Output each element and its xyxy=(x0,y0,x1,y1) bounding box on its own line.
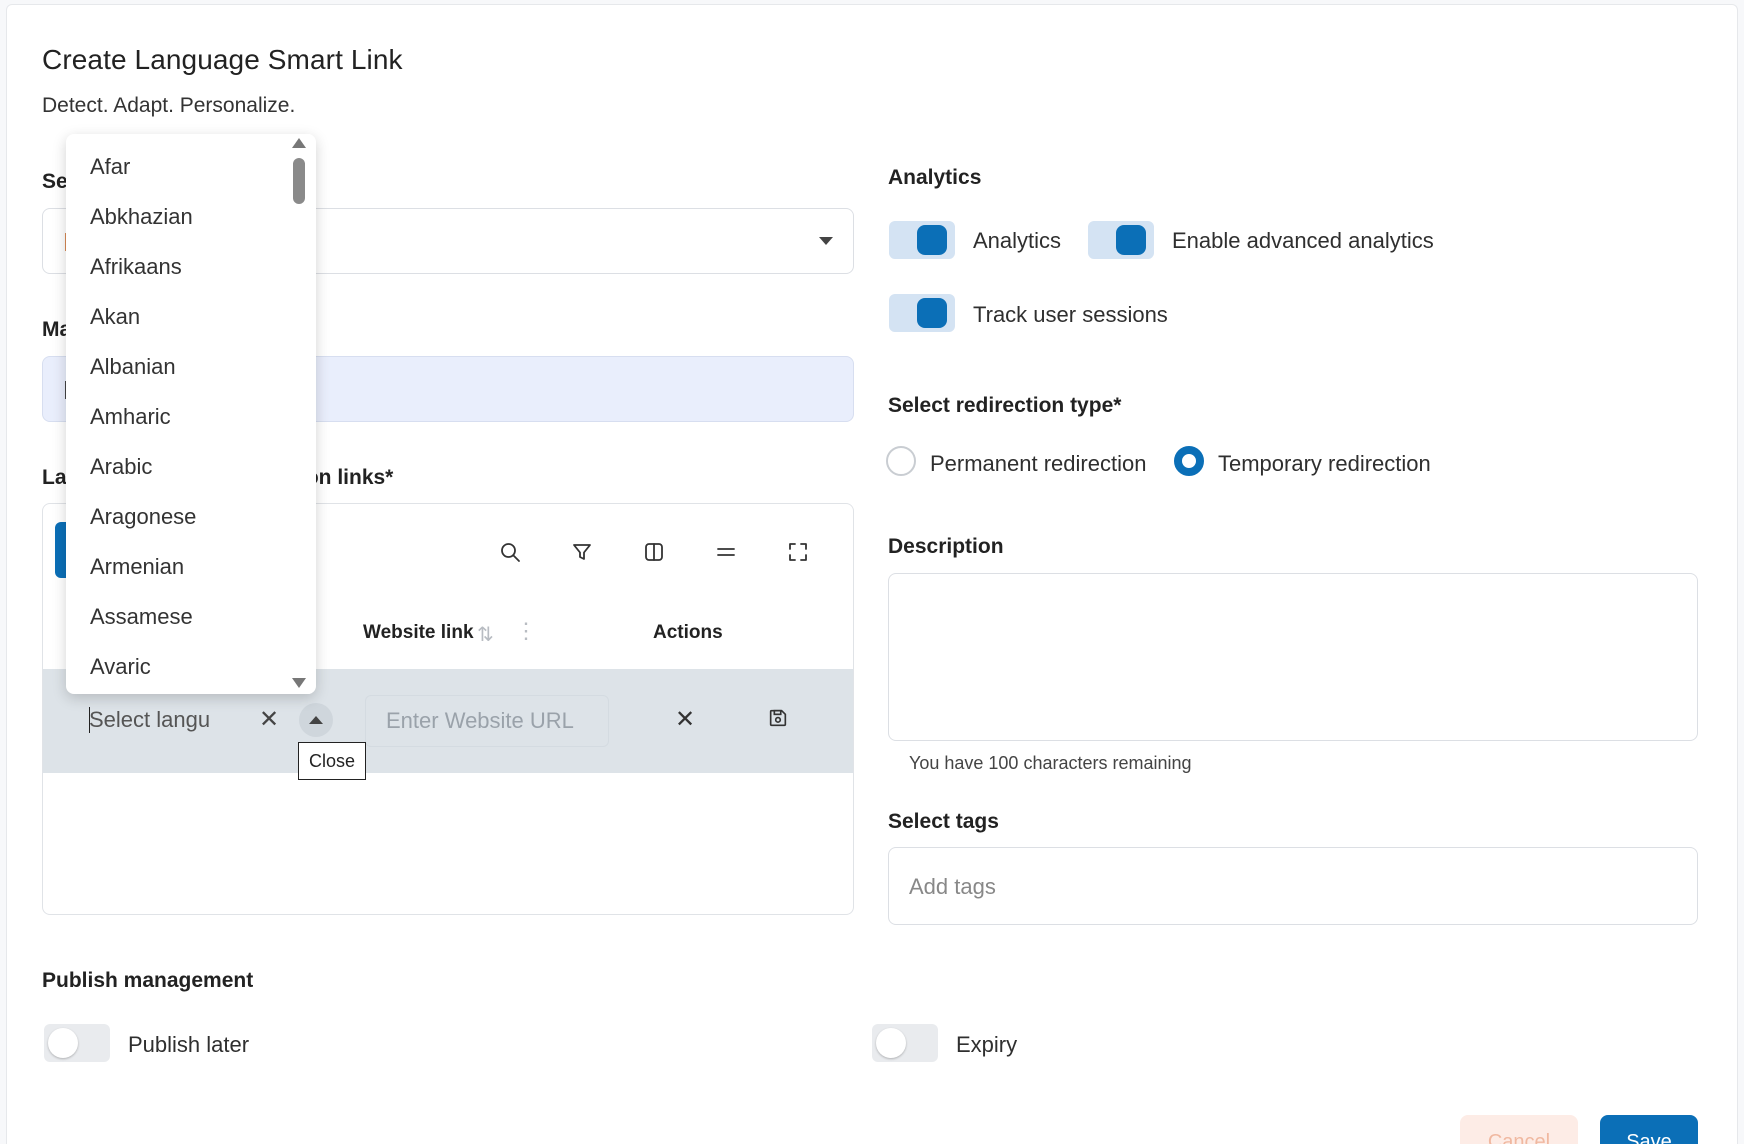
website-url-input[interactable]: Enter Website URL xyxy=(365,695,609,747)
publish-later-toggle[interactable] xyxy=(44,1024,110,1062)
description-heading: Description xyxy=(888,535,1004,558)
toggle-knob xyxy=(917,298,947,328)
density-icon[interactable] xyxy=(712,538,740,566)
language-placeholder: Select langu xyxy=(89,707,211,732)
language-options-list: Afar Abkhazian Afrikaans Akan Albanian Amhari… xyxy=(66,134,316,684)
cancel-button[interactable]: Cancel xyxy=(1460,1115,1578,1144)
clear-icon[interactable]: ✕ xyxy=(259,705,279,734)
analytics-toggle-label: Analytics xyxy=(973,228,1062,253)
description-textarea[interactable] xyxy=(888,573,1698,741)
language-select-input[interactable]: Select langu ✕ xyxy=(69,695,333,747)
filter-icon[interactable] xyxy=(568,538,596,566)
column-header-actions: Actions xyxy=(653,622,723,643)
language-dropdown: Afar Abkhazian Afrikaans Akan Albanian Amhari… xyxy=(66,134,316,694)
temporary-redirection-label[interactable]: Temporary redirection xyxy=(1218,451,1431,477)
search-icon[interactable] xyxy=(496,538,524,566)
language-option[interactable]: Armenian xyxy=(66,534,316,584)
toggle-knob xyxy=(1116,225,1146,255)
chevron-up-icon[interactable] xyxy=(299,703,333,737)
advanced-analytics-toggle[interactable] xyxy=(1088,221,1154,259)
redirection-heading: Select redirection type* xyxy=(888,394,1122,417)
scroll-up-icon[interactable] xyxy=(292,138,306,148)
select-field-label: Se xyxy=(42,170,68,193)
save-row-icon[interactable] xyxy=(767,707,793,733)
close-tooltip: Close xyxy=(298,742,366,780)
save-button[interactable]: Save xyxy=(1600,1115,1698,1144)
dropdown-scrollbar[interactable] xyxy=(292,134,312,694)
permanent-redirection-label[interactable]: Permanent redirection xyxy=(930,451,1146,477)
analytics-toggle[interactable] xyxy=(889,221,955,259)
language-option[interactable]: Aragonese xyxy=(66,484,316,534)
advanced-analytics-toggle-label: Enable advanced analytics xyxy=(1172,228,1434,253)
chevron-down-icon[interactable] xyxy=(819,237,833,245)
text-cursor xyxy=(89,707,90,733)
language-option[interactable]: Avaric xyxy=(66,634,316,684)
columns-icon[interactable] xyxy=(640,538,668,566)
toggle-knob xyxy=(917,225,947,255)
tags-placeholder: Add tags xyxy=(909,874,996,899)
table-section-label-prefix: La xyxy=(42,466,67,489)
cancel-edit-icon[interactable]: ✕ xyxy=(675,705,695,734)
tags-input[interactable]: Add tags xyxy=(888,847,1698,925)
track-sessions-toggle-label: Track user sessions xyxy=(973,302,1168,327)
page-subtitle: Detect. Adapt. Personalize. xyxy=(42,94,296,117)
language-option[interactable]: Afrikaans xyxy=(66,234,316,284)
scroll-thumb[interactable] xyxy=(293,158,305,204)
language-option[interactable]: Albanian xyxy=(66,334,316,384)
column-menu-icon[interactable]: ⋮ xyxy=(515,620,537,642)
analytics-heading: Analytics xyxy=(888,166,982,189)
sort-icon[interactable]: ⇅ xyxy=(477,622,494,647)
track-sessions-toggle[interactable] xyxy=(889,294,955,332)
language-option[interactable]: Abkhazian xyxy=(66,184,316,234)
publish-heading: Publish management xyxy=(42,969,254,992)
column-header-website-link[interactable]: Website link xyxy=(363,622,474,644)
publish-later-label: Publish later xyxy=(128,1032,250,1057)
page-title: Create Language Smart Link xyxy=(42,44,403,75)
toggle-knob xyxy=(876,1028,906,1058)
temporary-redirection-radio[interactable] xyxy=(1174,446,1204,476)
expiry-toggle[interactable] xyxy=(872,1024,938,1062)
expiry-label: Expiry xyxy=(956,1032,1018,1057)
language-option[interactable]: Assamese xyxy=(66,584,316,634)
toggle-knob xyxy=(48,1028,78,1058)
character-count-hint: You have 100 characters remaining xyxy=(909,753,1192,773)
scroll-down-icon[interactable] xyxy=(292,678,306,688)
language-option[interactable]: Akan xyxy=(66,284,316,334)
language-option[interactable]: Amharic xyxy=(66,384,316,434)
language-option[interactable]: Arabic xyxy=(66,434,316,484)
tags-heading: Select tags xyxy=(888,810,999,833)
permanent-redirection-radio[interactable] xyxy=(886,446,916,476)
fullscreen-icon[interactable] xyxy=(784,538,812,566)
language-option[interactable]: Afar xyxy=(66,134,316,184)
